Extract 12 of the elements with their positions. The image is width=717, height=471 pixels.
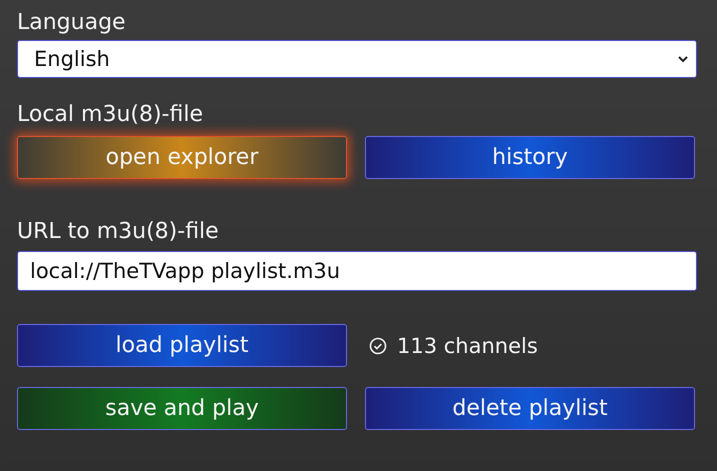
- action-button[interactable]: delete playlist: [365, 387, 695, 430]
- chevron-down-icon: [678, 56, 688, 62]
- channel-count: 113 channels: [397, 334, 538, 358]
- language-select[interactable]: English: [17, 40, 697, 78]
- local-file-label: Local m3u(8)-file: [17, 101, 203, 129]
- action-button[interactable]: open explorer: [17, 136, 347, 179]
- url-label: URL to m3u(8)-file: [17, 218, 219, 246]
- load-playlist-button[interactable]: load playlist: [17, 324, 347, 367]
- action-button[interactable]: history: [365, 136, 695, 179]
- url-input-field[interactable]: local://TheTVapp playlist.m3u: [17, 251, 697, 291]
- language-label: Language: [17, 9, 126, 37]
- action-button[interactable]: save and play: [17, 387, 347, 430]
